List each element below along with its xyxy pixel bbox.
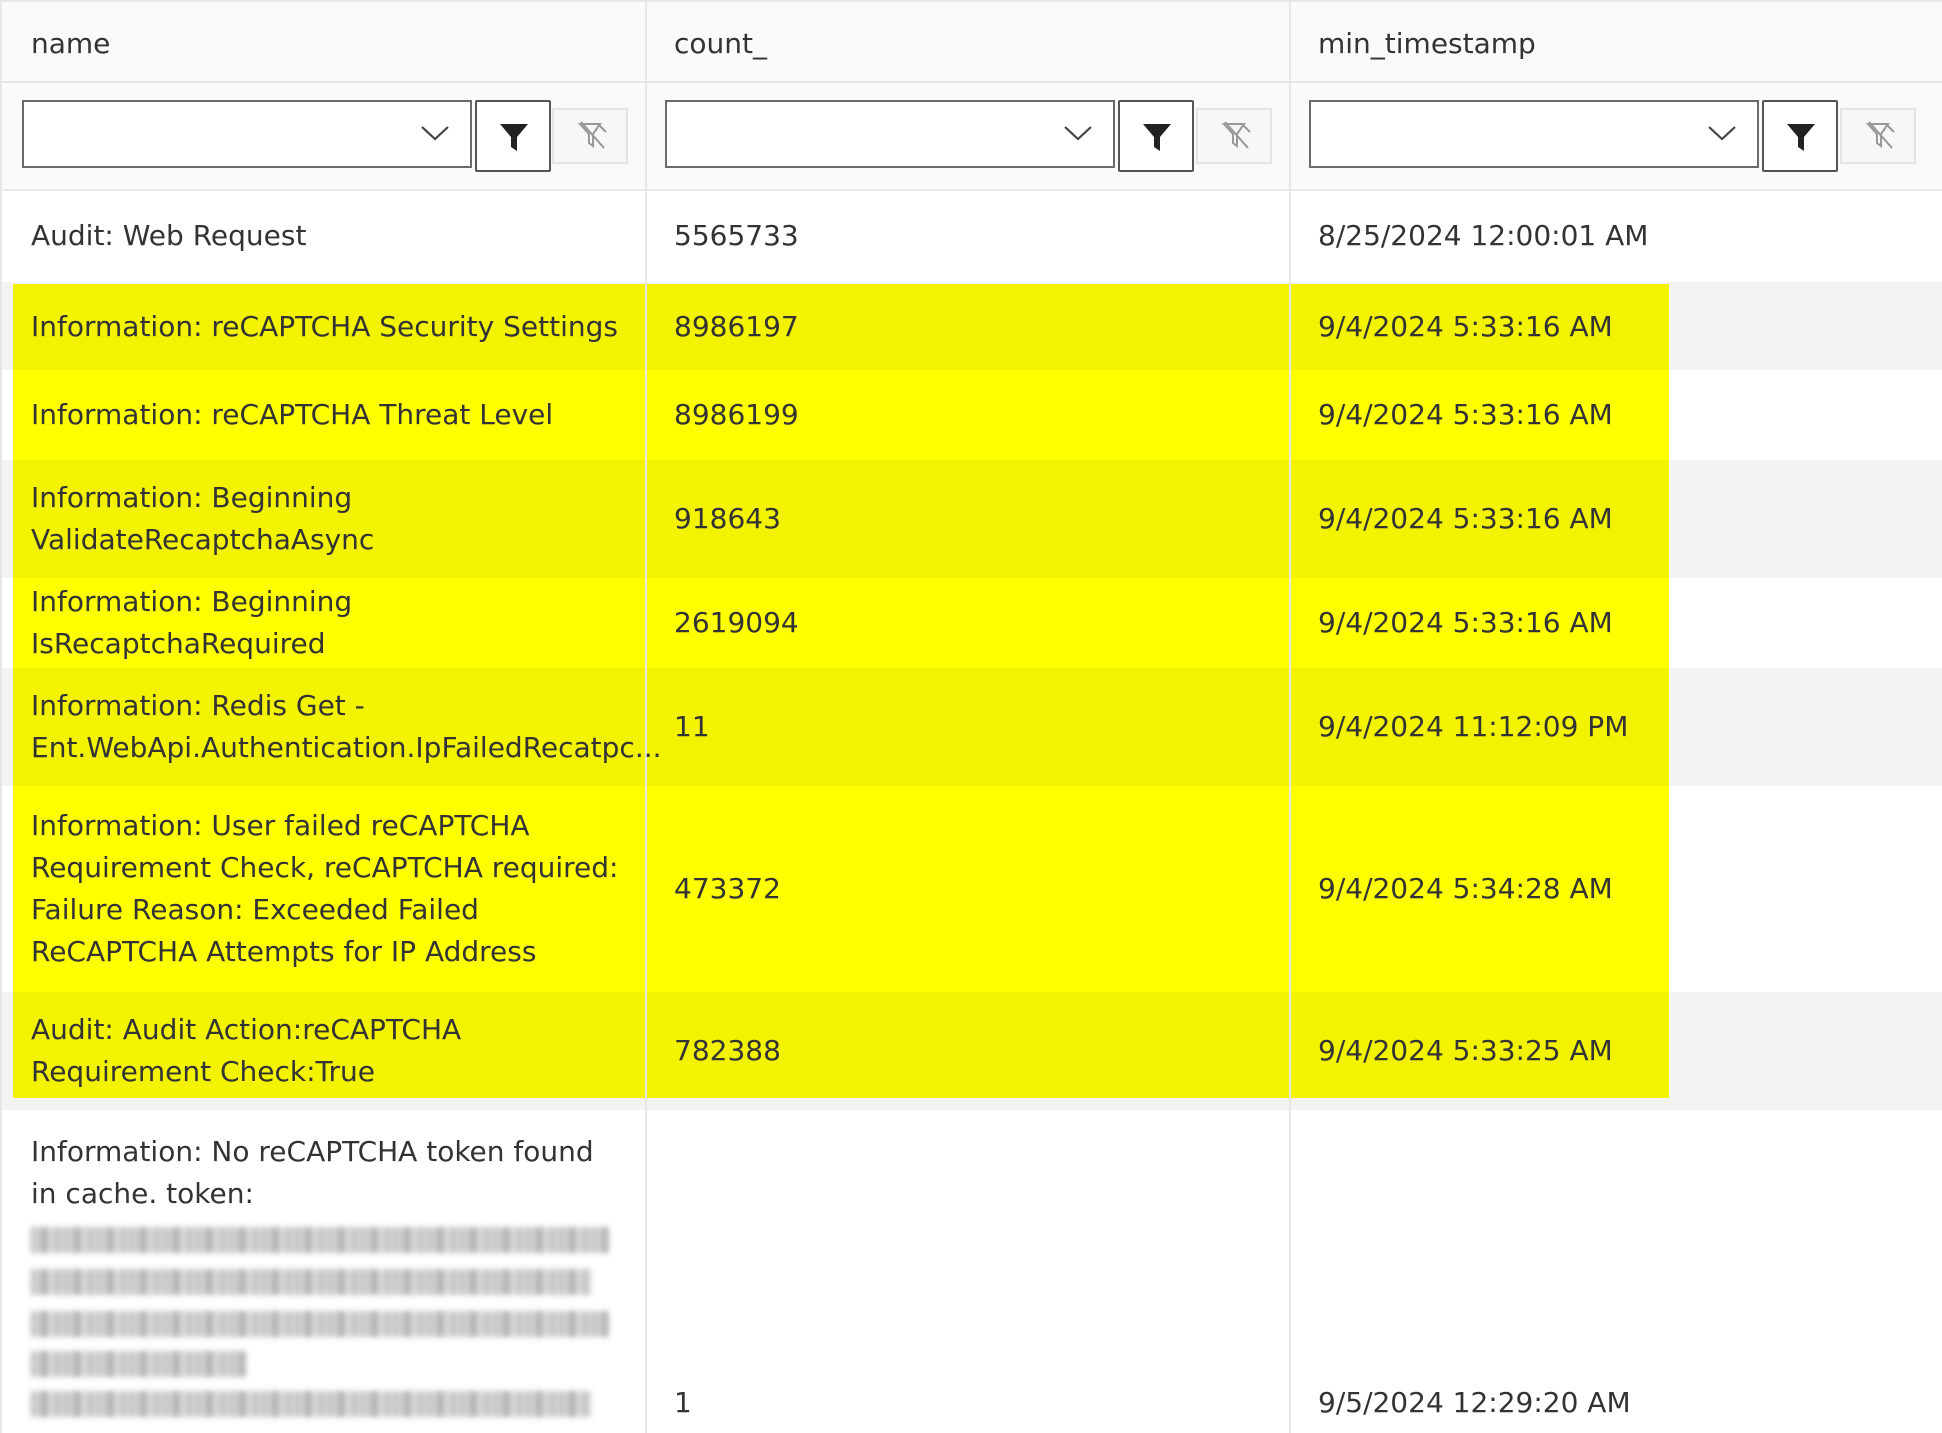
column-header-min-timestamp[interactable]: min_timestamp [1318, 0, 1536, 82]
chevron-down-icon [1064, 126, 1092, 141]
clear-filter-icon [1221, 121, 1251, 149]
count-clear-filter-button[interactable] [1196, 108, 1272, 164]
divider [0, 81, 1942, 83]
cell-count: 2619094 [674, 606, 799, 639]
cell-name: Information: Redis Get - Ent.WebApi.Auth… [31, 689, 662, 764]
count-filter-dropdown[interactable] [665, 100, 1115, 168]
name-filter-dropdown[interactable] [22, 100, 472, 168]
cell-count: 782388 [674, 1034, 781, 1067]
divider [0, 0, 1942, 2]
cell-count: 473372 [674, 872, 781, 905]
cell-name: Audit: Web Request [31, 219, 307, 252]
cell-min-timestamp: 9/4/2024 5:33:16 AM [1318, 398, 1613, 431]
cell-name: Information: Beginning ValidateRecaptcha… [31, 481, 375, 556]
cell-count: 8986199 [674, 398, 799, 431]
grid-header [0, 0, 1942, 82]
column-header-count[interactable]: count_ [674, 0, 767, 82]
cell-name: Information: reCAPTCHA Threat Level [31, 398, 554, 431]
divider [0, 0, 2, 1433]
name-clear-filter-button[interactable] [552, 108, 628, 164]
data-grid: name count_ min_timestamp Audit: Web Req… [0, 0, 1942, 1433]
cell-min-timestamp: 9/4/2024 11:12:09 PM [1318, 710, 1629, 743]
redacted-token [31, 1311, 609, 1337]
chevron-down-icon [421, 126, 449, 141]
cell-min-timestamp: 9/4/2024 5:33:16 AM [1318, 606, 1613, 639]
redacted-token [31, 1269, 591, 1295]
cell-count: 918643 [674, 502, 781, 535]
cell-min-timestamp: 9/4/2024 5:33:16 AM [1318, 310, 1613, 343]
cell-count: 1 [674, 1386, 692, 1419]
redacted-token [31, 1351, 246, 1377]
cell-count: 8986197 [674, 310, 799, 343]
cell-count: 5565733 [674, 219, 799, 252]
redacted-token [31, 1391, 591, 1417]
redacted-token [31, 1227, 609, 1253]
cell-name: Information: User failed reCAPTCHA Requi… [31, 809, 619, 968]
count-filter-button[interactable] [1118, 100, 1194, 172]
min-timestamp-filter-button[interactable] [1762, 100, 1838, 172]
cell-name: Information: Beginning IsRecaptchaRequir… [31, 585, 353, 660]
clear-filter-icon [1865, 121, 1895, 149]
cell-name: Audit: Audit Action:reCAPTCHA Requiremen… [31, 1013, 462, 1088]
cell-min-timestamp: 9/4/2024 5:33:16 AM [1318, 502, 1613, 535]
cell-name: Information: No reCAPTCHA token found in… [31, 1135, 594, 1210]
min-timestamp-clear-filter-button[interactable] [1840, 108, 1916, 164]
cell-count: 11 [674, 710, 710, 743]
min-timestamp-filter-dropdown[interactable] [1309, 100, 1759, 168]
name-filter-button[interactable] [475, 100, 551, 172]
cell-min-timestamp: 8/25/2024 12:00:01 AM [1318, 219, 1649, 252]
filter-icon [1143, 124, 1171, 151]
column-header-name[interactable]: name [31, 0, 110, 82]
cell-min-timestamp: 9/5/2024 12:29:20 AM [1318, 1386, 1631, 1419]
filter-icon [1787, 124, 1815, 151]
filter-icon [500, 124, 528, 151]
chevron-down-icon [1708, 126, 1736, 141]
divider [1289, 0, 1291, 1433]
cell-min-timestamp: 9/4/2024 5:33:25 AM [1318, 1034, 1613, 1067]
cell-min-timestamp: 9/4/2024 5:34:28 AM [1318, 872, 1613, 905]
cell-name: Information: reCAPTCHA Security Settings [31, 310, 618, 343]
clear-filter-icon [577, 121, 607, 149]
